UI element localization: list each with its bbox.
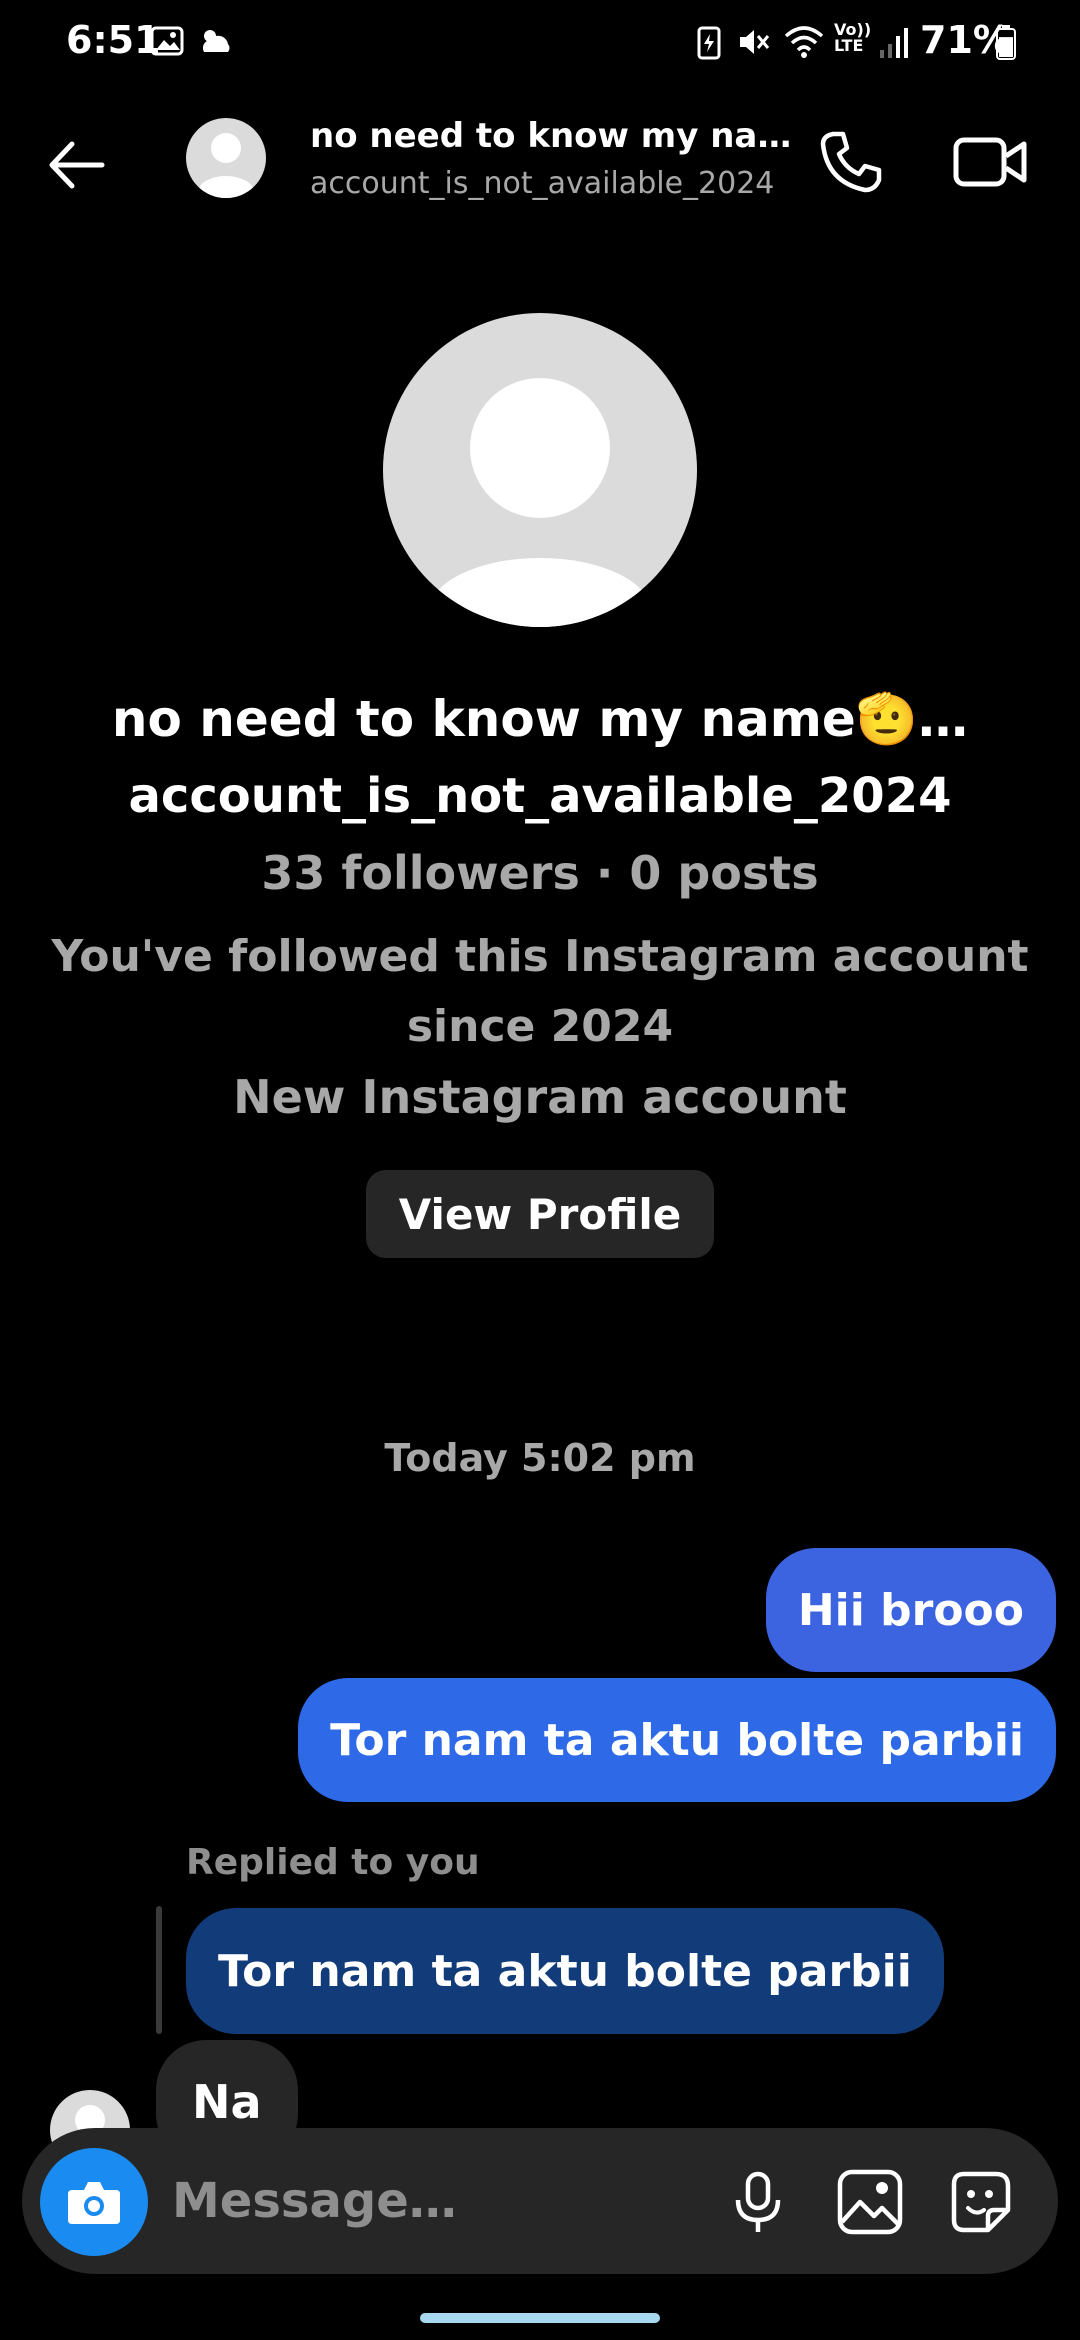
profile-username: account_is_not_available_2024 [128, 768, 952, 824]
view-profile-button[interactable]: View Profile [366, 1170, 714, 1258]
wifi-icon [784, 26, 824, 58]
camera-button[interactable] [40, 2148, 148, 2256]
header-username[interactable]: account_is_not_available_2024 [310, 166, 774, 201]
weather-icon [202, 30, 230, 52]
default-avatar-icon [428, 378, 652, 627]
reply-quote-bubble[interactable]: Tor nam ta aktu bolte parbii [186, 1908, 944, 2034]
audio-call-icon[interactable] [815, 126, 887, 198]
gallery-icon[interactable] [834, 2166, 906, 2238]
outgoing-message[interactable]: Hii brooo [765, 1548, 1056, 1672]
header-avatar[interactable] [186, 118, 266, 198]
microphone-icon[interactable] [722, 2166, 794, 2238]
home-indicator[interactable] [420, 2313, 660, 2323]
follow-note: You've followed this Instagram account s… [51, 931, 1029, 1052]
message-input[interactable] [172, 2166, 672, 2236]
camera-icon [68, 2182, 120, 2224]
outgoing-message[interactable]: Tor nam ta aktu bolte parbii [298, 1678, 1056, 1802]
profile-display-name: no need to know my name🫡… [111, 690, 969, 748]
sticker-icon[interactable] [944, 2166, 1016, 2238]
signal-icon [880, 28, 908, 58]
mute-icon [740, 30, 770, 54]
profile-stats: 33 followers · 0 posts [261, 846, 819, 900]
video-call-icon[interactable] [950, 126, 1030, 198]
volte-icon: Vo)) LTE [834, 20, 872, 55]
new-account-note: New Instagram account [233, 1070, 847, 1124]
status-bar: 6:51 Vo)) LTE 71% [0, 0, 1080, 90]
gallery-icon [150, 26, 184, 56]
dm-screen: 6:51 Vo)) LTE 71% no need to know my na…… [0, 0, 1080, 2340]
message-composer [22, 2128, 1058, 2274]
battery-saver-icon [697, 26, 721, 60]
battery-icon [996, 25, 1016, 60]
status-time: 6:51 [66, 18, 161, 62]
header-display-name[interactable]: no need to know my na… [310, 116, 791, 156]
back-arrow-icon[interactable] [42, 130, 112, 200]
default-avatar-icon [198, 133, 254, 198]
reply-label: Replied to you [186, 1842, 480, 1883]
message-timestamp: Today 5:02 pm [384, 1436, 696, 1480]
profile-avatar[interactable] [383, 313, 697, 627]
chat-header: no need to know my na… account_is_not_av… [0, 100, 1080, 230]
reply-divider [156, 1906, 162, 2034]
